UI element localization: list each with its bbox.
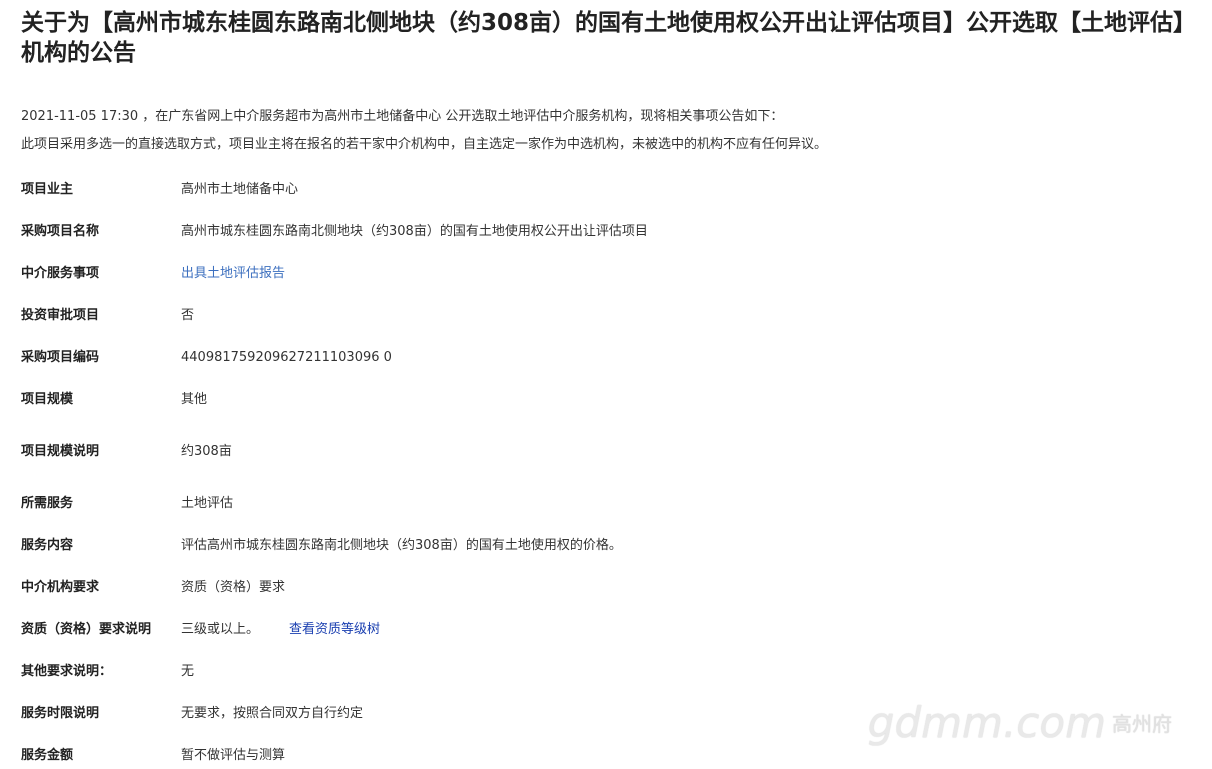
page-title: 关于为【高州市城东桂圆东路南北侧地块（约308亩）的国有土地使用权公开出让评估项… xyxy=(21,10,1197,66)
detail-value: 其他 xyxy=(181,392,208,407)
detail-value: 暂不做评估与测算 xyxy=(181,748,286,763)
detail-label: 项目业主 xyxy=(21,182,74,197)
detail-label: 服务时限说明 xyxy=(21,706,100,721)
detail-label: 投资审批项目 xyxy=(21,308,100,323)
detail-label: 项目规模说明 xyxy=(21,444,100,459)
detail-value: 资质（资格）要求 xyxy=(181,580,286,595)
detail-value: 三级或以上。 查看资质等级树 xyxy=(181,620,380,640)
detail-label: 中介服务事项 xyxy=(21,266,100,281)
detail-value: 440981759209627211103096 0 xyxy=(181,350,392,365)
detail-value: 无要求，按照合同双方自行约定 xyxy=(181,706,364,721)
watermark-logo-text: gdmm.com xyxy=(867,697,1106,747)
detail-label: 所需服务 xyxy=(21,496,74,511)
view-qualification-tree-link[interactable]: 查看资质等级树 xyxy=(289,622,380,637)
detail-label: 资质（资格）要求说明 xyxy=(21,622,152,637)
detail-value: 高州市城东桂圆东路南北侧地块（约308亩）的国有土地使用权公开出让评估项目 xyxy=(181,224,648,239)
detail-value: 土地评估 xyxy=(181,496,234,511)
detail-label: 采购项目名称 xyxy=(21,224,100,239)
detail-label: 采购项目编码 xyxy=(21,350,100,365)
intro-note: 此项目采用多选一的直接选取方式，项目业主将在报名的若干家中介机构中，自主选定一家… xyxy=(21,137,828,152)
detail-label: 中介机构要求 xyxy=(21,580,100,595)
detail-value: 无 xyxy=(181,664,195,679)
detail-value: 约308亩 xyxy=(181,444,232,459)
detail-label: 服务内容 xyxy=(21,538,74,553)
watermark-sub-text: 高州府 xyxy=(1112,711,1172,736)
detail-value: 否 xyxy=(181,308,195,323)
detail-label: 项目规模 xyxy=(21,392,74,407)
detail-value: 评估高州市城东桂圆东路南北侧地块（约308亩）的国有土地使用权的价格。 xyxy=(181,538,622,553)
qualification-text: 三级或以上。 xyxy=(181,622,260,637)
intro-paragraph: 2021-11-05 17:30 ，在广东省网上中介服务超市为高州市土地储备中心… xyxy=(21,109,784,124)
detail-value: 高州市土地储备中心 xyxy=(181,182,299,197)
watermark: gdmm.com 高州府 xyxy=(867,697,1172,747)
detail-label: 服务金额 xyxy=(21,748,74,763)
service-item-link[interactable]: 出具土地评估报告 xyxy=(181,264,285,284)
detail-label: 其他要求说明： xyxy=(21,664,113,679)
